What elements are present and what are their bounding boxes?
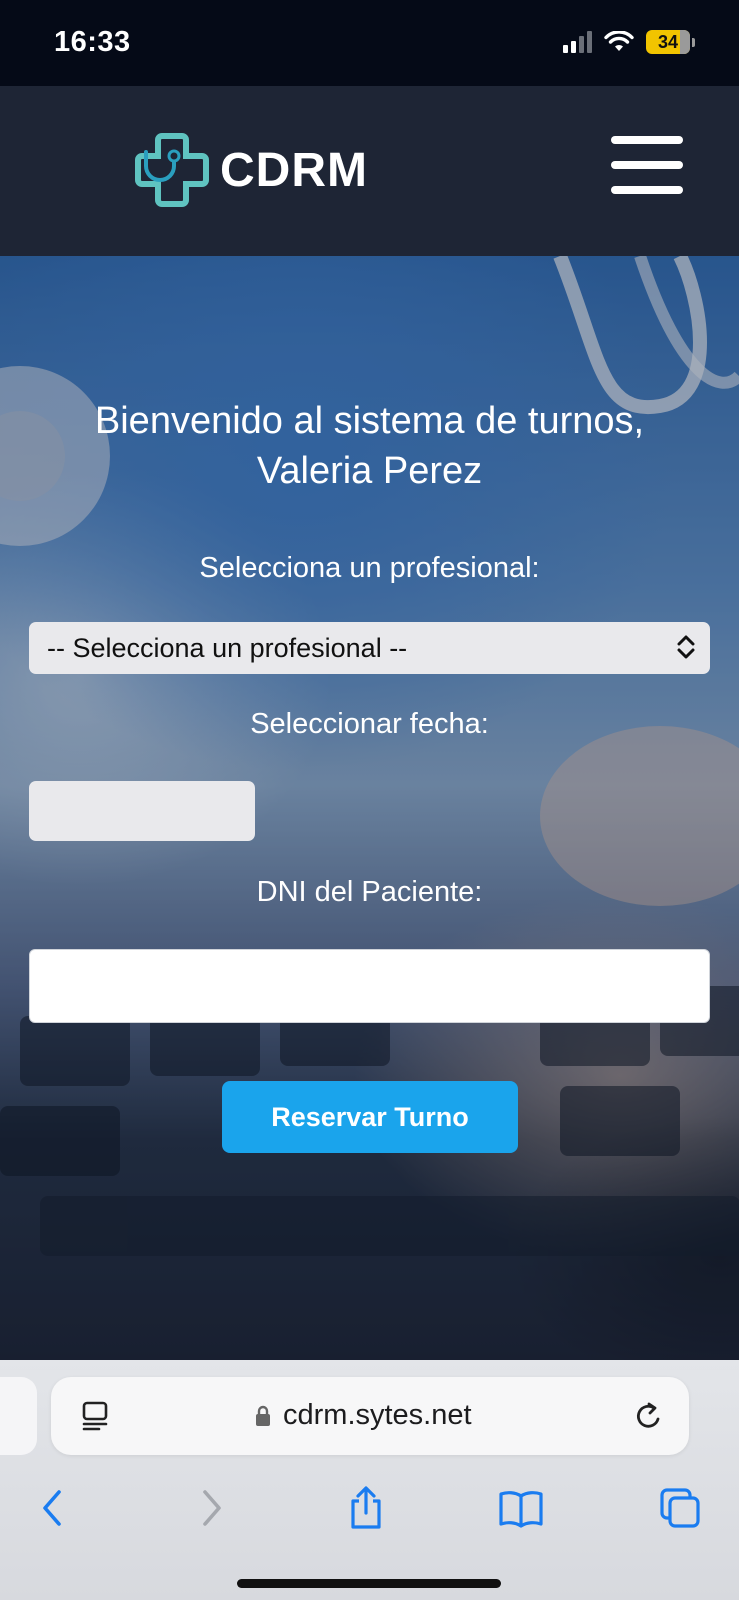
signal-icon — [563, 31, 592, 53]
lock-icon — [256, 1405, 270, 1426]
reader-icon[interactable] — [81, 1401, 109, 1431]
url-text: cdrm.sytes.net — [283, 1399, 472, 1431]
professional-select[interactable]: -- Selecciona un profesional -- — [29, 622, 710, 674]
browser-nav-row — [0, 1478, 739, 1542]
date-label: Seleccionar fecha: — [250, 708, 489, 740]
reload-icon[interactable] — [633, 1399, 665, 1433]
battery-icon: 34 — [646, 30, 695, 54]
status-time: 16:33 — [54, 26, 131, 58]
dni-label: DNI del Paciente: — [256, 876, 483, 908]
browser-toolbar: cdrm.sytes.net — [0, 1360, 739, 1600]
forward-icon[interactable] — [182, 1478, 242, 1538]
logo-text: CDRM — [220, 143, 368, 197]
professional-select-value: -- Selecciona un profesional -- — [47, 632, 408, 663]
stethoscope-cross-icon — [135, 133, 209, 207]
logo[interactable]: CDRM — [132, 130, 368, 210]
tabs-icon[interactable] — [650, 1478, 710, 1538]
reserve-button[interactable]: Reservar Turno — [222, 1081, 518, 1153]
welcome-user-name: Valeria Perez — [256, 450, 483, 492]
date-input[interactable] — [29, 781, 255, 841]
chevron-updown-icon — [676, 634, 696, 666]
back-icon[interactable] — [22, 1478, 82, 1538]
professional-label: Selecciona un profesional: — [199, 552, 540, 584]
dni-input[interactable] — [29, 949, 710, 1023]
battery-level: 34 — [657, 31, 679, 52]
address-bar[interactable]: cdrm.sytes.net — [51, 1377, 689, 1455]
welcome-heading: Bienvenido al sistema de turnos, Valeria… — [0, 396, 739, 496]
share-icon[interactable] — [336, 1478, 396, 1538]
welcome-line-1: Bienvenido al sistema de turnos, — [94, 400, 645, 442]
wifi-icon — [604, 31, 634, 51]
status-icons: 34 — [563, 30, 695, 54]
status-bar: 16:33 34 — [0, 0, 739, 86]
hero-section: Bienvenido al sistema de turnos, Valeria… — [0, 256, 739, 1360]
previous-tab-preview[interactable] — [0, 1377, 37, 1455]
hamburger-menu-icon[interactable] — [611, 136, 683, 194]
home-indicator — [237, 1579, 501, 1588]
app-header: CDRM — [0, 86, 739, 256]
bookmarks-icon[interactable] — [491, 1478, 551, 1538]
